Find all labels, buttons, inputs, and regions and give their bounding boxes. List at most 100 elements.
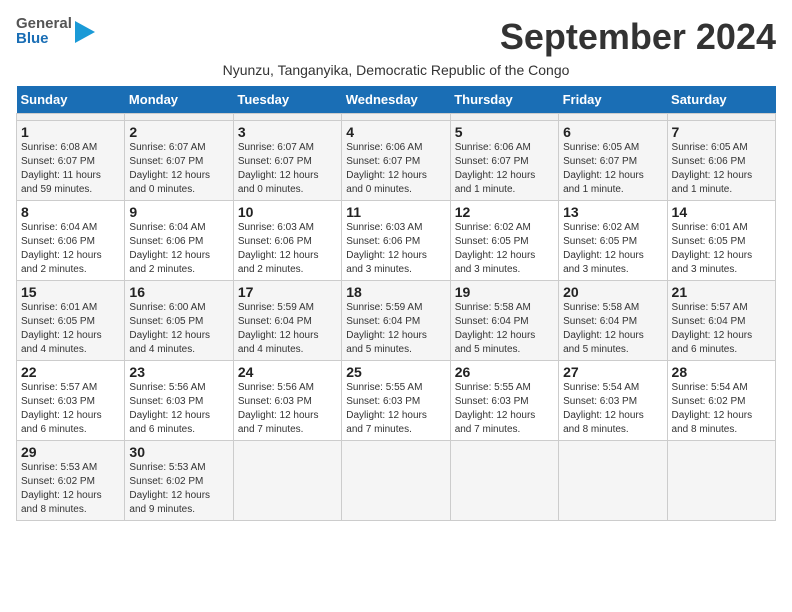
day-number: 17 xyxy=(238,284,337,300)
day-number: 3 xyxy=(238,124,337,140)
day-number: 13 xyxy=(563,204,662,220)
day-number: 29 xyxy=(21,444,120,460)
calendar-cell xyxy=(667,441,775,521)
day-number: 11 xyxy=(346,204,445,220)
calendar-week-row: 29Sunrise: 5:53 AM Sunset: 6:02 PM Dayli… xyxy=(17,441,776,521)
day-number: 8 xyxy=(21,204,120,220)
day-number: 15 xyxy=(21,284,120,300)
calendar-cell: 5Sunrise: 6:06 AM Sunset: 6:07 PM Daylig… xyxy=(450,121,558,201)
day-number: 30 xyxy=(129,444,228,460)
calendar-cell xyxy=(450,114,558,121)
logo-blue: Blue xyxy=(16,31,72,46)
calendar-cell: 11Sunrise: 6:03 AM Sunset: 6:06 PM Dayli… xyxy=(342,201,450,281)
calendar-cell: 18Sunrise: 5:59 AM Sunset: 6:04 PM Dayli… xyxy=(342,281,450,361)
day-info: Sunrise: 6:04 AM Sunset: 6:06 PM Dayligh… xyxy=(21,221,120,277)
day-info: Sunrise: 5:59 AM Sunset: 6:04 PM Dayligh… xyxy=(238,301,337,357)
calendar-cell: 17Sunrise: 5:59 AM Sunset: 6:04 PM Dayli… xyxy=(233,281,341,361)
day-number: 26 xyxy=(455,364,554,380)
calendar-cell: 12Sunrise: 6:02 AM Sunset: 6:05 PM Dayli… xyxy=(450,201,558,281)
day-info: Sunrise: 6:07 AM Sunset: 6:07 PM Dayligh… xyxy=(129,141,228,197)
calendar-cell: 25Sunrise: 5:55 AM Sunset: 6:03 PM Dayli… xyxy=(342,361,450,441)
calendar-cell xyxy=(450,441,558,521)
day-number: 10 xyxy=(238,204,337,220)
calendar-cell xyxy=(17,114,125,121)
day-number: 19 xyxy=(455,284,554,300)
day-info: Sunrise: 5:57 AM Sunset: 6:03 PM Dayligh… xyxy=(21,381,120,437)
day-number: 1 xyxy=(21,124,120,140)
calendar-cell: 9Sunrise: 6:04 AM Sunset: 6:06 PM Daylig… xyxy=(125,201,233,281)
month-title: September 2024 xyxy=(500,16,776,58)
calendar-cell: 20Sunrise: 5:58 AM Sunset: 6:04 PM Dayli… xyxy=(559,281,667,361)
weekday-header-wednesday: Wednesday xyxy=(342,86,450,114)
calendar-week-row: 15Sunrise: 6:01 AM Sunset: 6:05 PM Dayli… xyxy=(17,281,776,361)
weekday-header-sunday: Sunday xyxy=(17,86,125,114)
calendar-cell: 1Sunrise: 6:08 AM Sunset: 6:07 PM Daylig… xyxy=(17,121,125,201)
day-info: Sunrise: 6:08 AM Sunset: 6:07 PM Dayligh… xyxy=(21,141,120,197)
logo-general: General xyxy=(16,16,72,31)
title-block: September 2024 xyxy=(500,16,776,58)
weekday-header-saturday: Saturday xyxy=(667,86,775,114)
day-number: 9 xyxy=(129,204,228,220)
day-number: 28 xyxy=(672,364,771,380)
calendar-cell xyxy=(233,441,341,521)
day-info: Sunrise: 5:55 AM Sunset: 6:03 PM Dayligh… xyxy=(346,381,445,437)
calendar-cell xyxy=(233,114,341,121)
day-info: Sunrise: 5:53 AM Sunset: 6:02 PM Dayligh… xyxy=(21,461,120,517)
day-info: Sunrise: 5:56 AM Sunset: 6:03 PM Dayligh… xyxy=(238,381,337,437)
day-info: Sunrise: 6:05 AM Sunset: 6:06 PM Dayligh… xyxy=(672,141,771,197)
day-number: 6 xyxy=(563,124,662,140)
logo: General Blue xyxy=(16,16,95,46)
day-info: Sunrise: 5:57 AM Sunset: 6:04 PM Dayligh… xyxy=(672,301,771,357)
calendar-cell: 29Sunrise: 5:53 AM Sunset: 6:02 PM Dayli… xyxy=(17,441,125,521)
calendar-cell: 27Sunrise: 5:54 AM Sunset: 6:03 PM Dayli… xyxy=(559,361,667,441)
calendar-cell: 8Sunrise: 6:04 AM Sunset: 6:06 PM Daylig… xyxy=(17,201,125,281)
calendar-cell: 10Sunrise: 6:03 AM Sunset: 6:06 PM Dayli… xyxy=(233,201,341,281)
day-info: Sunrise: 6:01 AM Sunset: 6:05 PM Dayligh… xyxy=(21,301,120,357)
day-info: Sunrise: 5:55 AM Sunset: 6:03 PM Dayligh… xyxy=(455,381,554,437)
day-info: Sunrise: 6:01 AM Sunset: 6:05 PM Dayligh… xyxy=(672,221,771,277)
weekday-header-monday: Monday xyxy=(125,86,233,114)
day-number: 22 xyxy=(21,364,120,380)
calendar-cell: 15Sunrise: 6:01 AM Sunset: 6:05 PM Dayli… xyxy=(17,281,125,361)
weekday-header-friday: Friday xyxy=(559,86,667,114)
day-info: Sunrise: 6:04 AM Sunset: 6:06 PM Dayligh… xyxy=(129,221,228,277)
day-info: Sunrise: 6:02 AM Sunset: 6:05 PM Dayligh… xyxy=(563,221,662,277)
weekday-header-tuesday: Tuesday xyxy=(233,86,341,114)
calendar-cell: 16Sunrise: 6:00 AM Sunset: 6:05 PM Dayli… xyxy=(125,281,233,361)
day-number: 24 xyxy=(238,364,337,380)
day-info: Sunrise: 5:53 AM Sunset: 6:02 PM Dayligh… xyxy=(129,461,228,517)
day-number: 5 xyxy=(455,124,554,140)
calendar-cell xyxy=(342,114,450,121)
location-subtitle: Nyunzu, Tanganyika, Democratic Republic … xyxy=(16,62,776,78)
day-number: 2 xyxy=(129,124,228,140)
day-info: Sunrise: 5:54 AM Sunset: 6:03 PM Dayligh… xyxy=(563,381,662,437)
calendar-cell: 21Sunrise: 5:57 AM Sunset: 6:04 PM Dayli… xyxy=(667,281,775,361)
day-number: 7 xyxy=(672,124,771,140)
day-number: 23 xyxy=(129,364,228,380)
day-info: Sunrise: 5:54 AM Sunset: 6:02 PM Dayligh… xyxy=(672,381,771,437)
day-info: Sunrise: 5:56 AM Sunset: 6:03 PM Dayligh… xyxy=(129,381,228,437)
calendar-cell xyxy=(667,114,775,121)
calendar-cell xyxy=(559,114,667,121)
day-info: Sunrise: 6:07 AM Sunset: 6:07 PM Dayligh… xyxy=(238,141,337,197)
day-number: 27 xyxy=(563,364,662,380)
day-number: 12 xyxy=(455,204,554,220)
calendar-cell: 13Sunrise: 6:02 AM Sunset: 6:05 PM Dayli… xyxy=(559,201,667,281)
logo-arrow-icon xyxy=(75,21,95,43)
day-info: Sunrise: 5:58 AM Sunset: 6:04 PM Dayligh… xyxy=(455,301,554,357)
calendar-cell: 2Sunrise: 6:07 AM Sunset: 6:07 PM Daylig… xyxy=(125,121,233,201)
day-info: Sunrise: 6:02 AM Sunset: 6:05 PM Dayligh… xyxy=(455,221,554,277)
calendar-cell: 6Sunrise: 6:05 AM Sunset: 6:07 PM Daylig… xyxy=(559,121,667,201)
weekday-header-thursday: Thursday xyxy=(450,86,558,114)
calendar-table: SundayMondayTuesdayWednesdayThursdayFrid… xyxy=(16,86,776,521)
day-info: Sunrise: 5:59 AM Sunset: 6:04 PM Dayligh… xyxy=(346,301,445,357)
calendar-week-row: 8Sunrise: 6:04 AM Sunset: 6:06 PM Daylig… xyxy=(17,201,776,281)
day-number: 18 xyxy=(346,284,445,300)
day-number: 4 xyxy=(346,124,445,140)
day-number: 21 xyxy=(672,284,771,300)
day-number: 16 xyxy=(129,284,228,300)
calendar-cell: 22Sunrise: 5:57 AM Sunset: 6:03 PM Dayli… xyxy=(17,361,125,441)
calendar-cell xyxy=(342,441,450,521)
calendar-cell: 24Sunrise: 5:56 AM Sunset: 6:03 PM Dayli… xyxy=(233,361,341,441)
day-info: Sunrise: 6:06 AM Sunset: 6:07 PM Dayligh… xyxy=(346,141,445,197)
